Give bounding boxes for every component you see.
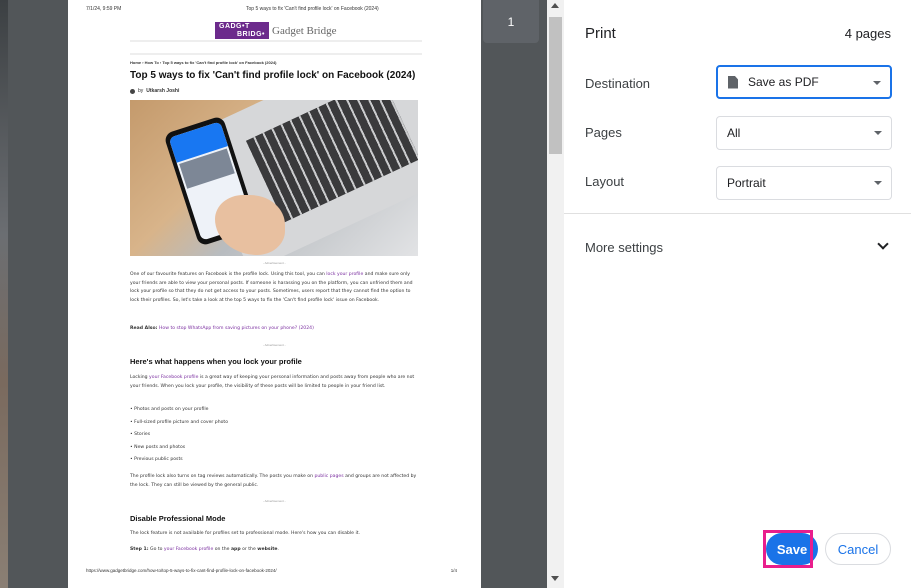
save-button[interactable]: Save [766, 533, 818, 565]
more-settings-toggle[interactable]: More settings [564, 230, 911, 266]
article-title: Top 5 ways to fix 'Can't find profile lo… [130, 70, 416, 81]
locked-items-list: Photos and posts on your profile Full-si… [130, 407, 228, 470]
logo-mark-line2: BRIDG• [236, 31, 265, 38]
author-name: Utkarsh Joshi [146, 88, 180, 94]
scroll-up-arrow-icon[interactable] [551, 3, 559, 8]
hand-shape [215, 195, 285, 255]
ad-label-2: - Advertisement - [263, 343, 286, 347]
preview-scrollbar[interactable] [547, 0, 564, 588]
step-text-or: or the [240, 547, 258, 552]
intro-paragraph: One of our favourite features on Faceboo… [130, 271, 418, 305]
byline: by Utkarsh Joshi [130, 88, 179, 94]
step-text: Go to [148, 547, 164, 552]
dropdown-caret-icon [873, 81, 881, 85]
background-window-strip [0, 0, 8, 588]
list-item: Photos and posts on your profile [130, 407, 228, 420]
section-heading-lock: Here's what happens when you lock your p… [130, 357, 302, 366]
lock-text: Locking [130, 375, 150, 380]
print-settings-panel: Print 4 pages Destination Save as PDF Pa… [564, 0, 911, 588]
destination-value: Save as PDF [748, 75, 819, 89]
page-footer: https://www.gadgetbridge.com/how-to/top-… [86, 568, 463, 573]
list-item: Full-sized profile picture and cover pho… [130, 420, 228, 433]
dropdown-caret-icon [874, 131, 882, 135]
cancel-button[interactable]: Cancel [825, 533, 891, 565]
step-website: website [257, 547, 278, 552]
step-profile-link[interactable]: your Facebook profile [164, 547, 213, 552]
print-preview-area: 7/1/24, 9:59 PM Top 5 ways to fix 'Can't… [0, 0, 547, 588]
section-heading-professional: Disable Professional Mode [130, 514, 226, 523]
read-also-link[interactable]: How to stop WhatsApp from saving picture… [159, 326, 314, 331]
pages-value: All [727, 126, 741, 140]
tag-review-paragraph: The profile lock also turns on tag revie… [130, 473, 418, 490]
list-item: Previous public posts [130, 457, 228, 470]
pages-label: Pages [585, 125, 622, 140]
ad-label-3: - Advertisement - [263, 499, 286, 503]
step-text-end: . [277, 547, 279, 552]
preview-page: 7/1/24, 9:59 PM Top 5 ways to fix 'Can't… [68, 0, 481, 588]
professional-paragraph: The lock feature is not available for pr… [130, 531, 361, 536]
layout-label: Layout [585, 174, 625, 189]
list-item: Stories [130, 432, 228, 445]
chevron-down-icon [877, 238, 889, 250]
print-date: 7/1/24, 9:59 PM [86, 6, 122, 12]
layout-value: Portrait [727, 176, 766, 190]
intro-text: One of our favourite features on Faceboo… [130, 272, 327, 277]
logo-text: Gadget Bridge [272, 24, 337, 37]
step-text-mid: on the [213, 547, 231, 552]
site-logo: GADG•T BRIDG• Gadget Bridge [215, 22, 336, 39]
byline-prefix: by [138, 88, 144, 94]
ad-label: - Advertisement - [263, 261, 286, 265]
step-label: Step 1: [130, 547, 149, 552]
layout-select[interactable]: Portrait [716, 166, 892, 200]
footer-url: https://www.gadgetbridge.com/how-to/top-… [86, 568, 277, 573]
panel-title: Print [585, 25, 616, 42]
facebook-profile-link[interactable]: your Facebook profile [149, 375, 198, 380]
dropdown-caret-icon [874, 181, 882, 185]
author-avatar-icon [130, 88, 135, 94]
scroll-down-arrow-icon[interactable] [551, 576, 559, 581]
header-divider [130, 40, 422, 42]
nav-divider [130, 53, 422, 55]
tag-text: The profile lock also turns on tag revie… [130, 474, 315, 479]
read-also-label: Read Also: [130, 326, 158, 331]
lock-profile-link[interactable]: lock your profile [326, 272, 363, 277]
breadcrumb: Home › How To › Top 5 ways to fix 'Can't… [130, 60, 277, 65]
page-number-badge: 1 [483, 0, 539, 43]
step-app: app [230, 547, 241, 552]
step-1: Step 1: Go to your Facebook profile on t… [130, 546, 418, 555]
scroll-thumb[interactable] [549, 17, 562, 154]
logo-mark-line1: GADG•T [219, 23, 250, 30]
destination-select[interactable]: Save as PDF [716, 65, 892, 99]
list-item: New posts and photos [130, 445, 228, 458]
read-also: Read Also: How to stop WhatsApp from sav… [130, 325, 418, 334]
settings-divider [564, 213, 911, 214]
logo-mark: GADG•T BRIDG• [215, 22, 269, 39]
lock-paragraph: Locking your Facebook profile is a great… [130, 374, 418, 391]
sheet-count: 4 pages [844, 26, 891, 41]
more-settings-label: More settings [585, 240, 664, 255]
footer-page-number: 1/4 [450, 568, 457, 573]
hero-image [130, 100, 418, 256]
pages-select[interactable]: All [716, 116, 892, 150]
print-page-title: Top 5 ways to fix 'Can't find profile lo… [246, 6, 379, 12]
destination-label: Destination [585, 76, 651, 91]
pdf-file-icon [728, 75, 738, 89]
public-pages-link[interactable]: public pages [314, 474, 343, 479]
